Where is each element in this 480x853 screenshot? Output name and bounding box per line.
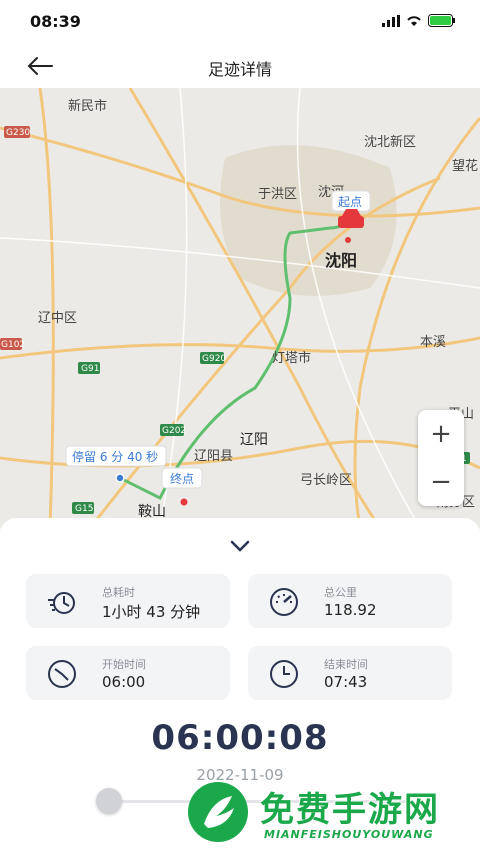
duration-card: 总耗时 1小时 43 分钟 <box>26 574 230 628</box>
place-label: 沈北新区 <box>364 134 416 150</box>
watermark-en: MIANFEISHOUYOUWANG <box>264 828 434 841</box>
road-tag: G102 <box>1 340 25 350</box>
road-tag: G15 <box>75 504 93 514</box>
watermark: 免费手游网 MIANFEISHOUYOUWANG <box>186 770 476 850</box>
stay-point <box>115 473 125 483</box>
watermark-cn: 免费手游网 <box>260 790 440 830</box>
wifi-icon <box>407 15 421 26</box>
road-tag: G230 <box>6 128 30 138</box>
road-tag: G91 <box>81 364 99 374</box>
zoom-control: + − <box>418 410 464 506</box>
watermark-logo-icon <box>188 782 248 842</box>
stopwatch-icon <box>48 592 75 614</box>
duration-label: 总耗时 <box>102 586 135 599</box>
place-label: 辽阳 <box>240 432 268 448</box>
place-label: 新民市 <box>68 98 107 114</box>
chevron-down-icon[interactable] <box>228 538 252 554</box>
place-label: 弓长岭区 <box>300 473 352 488</box>
place-label: 辽中区 <box>38 311 77 326</box>
start-label: 起点 <box>338 195 362 209</box>
start-time-card: 开始时间 06:00 <box>26 646 230 700</box>
start-time-value: 06:00 <box>102 673 146 691</box>
place-label: 灯塔市 <box>272 350 311 366</box>
start-point <box>345 237 351 243</box>
start-time-label: 开始时间 <box>102 658 146 671</box>
place-label: 于洪区 <box>258 187 297 202</box>
duration-value: 1小时 43 分钟 <box>102 603 201 621</box>
battery-icon <box>428 14 455 27</box>
clock-icon <box>48 660 76 688</box>
status-time: 08:39 <box>30 12 81 31</box>
signal-icon <box>382 14 400 27</box>
road-tag: G202 <box>162 426 186 436</box>
status-bar: 08:39 <box>0 0 480 44</box>
stay-label: 停留 6 分 40 秒 <box>72 449 158 464</box>
zoom-out-button[interactable]: − <box>418 458 464 506</box>
page-title: 足迹详情 <box>207 60 272 79</box>
place-label: 望花 <box>452 158 478 174</box>
clock-icon <box>270 660 298 688</box>
distance-value: 118.92 <box>324 601 377 619</box>
place-label: 辽阳县 <box>194 449 233 464</box>
end-point <box>180 498 188 506</box>
zoom-in-button[interactable]: + <box>418 410 464 458</box>
end-label: 终点 <box>170 471 194 486</box>
place-label: 沈阳 <box>325 251 357 270</box>
distance-label: 总公里 <box>324 586 357 599</box>
playback-slider-handle[interactable] <box>96 788 122 814</box>
playback-time: 06:00:08 <box>151 718 329 758</box>
end-time-label: 结束时间 <box>324 658 368 671</box>
road-tag: G920 <box>202 354 226 364</box>
nav-header: 足迹详情 <box>0 44 480 88</box>
status-icons <box>382 14 456 27</box>
distance-card: 总公里 118.92 <box>248 574 452 628</box>
map-view[interactable]: 新民市 沈北新区 望花 于洪区 沈河 沈阳 辽中区 本溪 灯塔市 辽阳 辽阳县 … <box>0 88 480 528</box>
speedometer-icon <box>270 588 298 616</box>
end-time-value: 07:43 <box>324 673 368 691</box>
place-label: 本溪 <box>420 335 446 350</box>
end-time-card: 结束时间 07:43 <box>248 646 452 700</box>
